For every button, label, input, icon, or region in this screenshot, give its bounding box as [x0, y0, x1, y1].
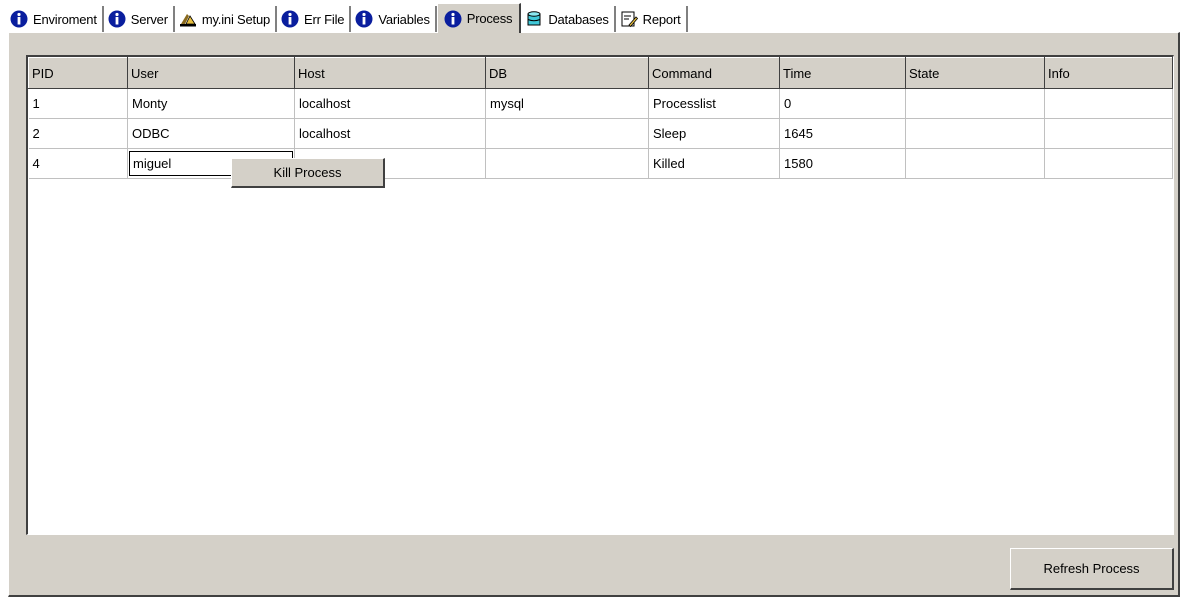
cell-info[interactable] [1044, 148, 1173, 179]
cell-time[interactable]: 1645 [779, 118, 906, 149]
table-row[interactable]: 1 Monty localhost mysql Processlist 0 [28, 88, 1173, 119]
cell-time[interactable]: 0 [779, 88, 906, 119]
tab-label: Report [642, 11, 681, 27]
tab-label: Databases [548, 11, 609, 27]
cell-command[interactable]: Sleep [648, 118, 780, 149]
tab-variables[interactable]: Variables [351, 6, 437, 32]
cell-pid[interactable]: 4 [28, 148, 128, 179]
column-header-info[interactable]: Info [1044, 57, 1173, 89]
tab-err-file[interactable]: Err File [277, 6, 352, 32]
cell-db[interactable] [485, 118, 649, 149]
report-icon [621, 11, 638, 28]
tab-strip: Enviroment Server my.ini Setup Err File … [6, 2, 1180, 33]
cell-db[interactable]: mysql [485, 88, 649, 119]
cell-command[interactable]: Processlist [648, 88, 780, 119]
cell-time[interactable]: 1580 [779, 148, 906, 179]
table-header-row: PID User Host DB Command Time State Info [28, 57, 1173, 89]
info-icon [281, 10, 299, 28]
setup-icon [179, 14, 196, 27]
column-header-time[interactable]: Time [779, 57, 906, 89]
tab-myini-setup[interactable]: my.ini Setup [174, 6, 278, 32]
cell-host[interactable]: localhost [294, 118, 486, 149]
cell-command[interactable]: Killed [648, 148, 780, 179]
cell-info[interactable] [1044, 118, 1173, 149]
cell-db[interactable] [485, 148, 649, 179]
cell-host[interactable]: localhost [294, 88, 486, 119]
tab-label: Process [466, 11, 513, 26]
cell-user[interactable]: Monty [127, 88, 295, 119]
process-list[interactable]: PID User Host DB Command Time State Info… [26, 55, 1174, 535]
info-icon [108, 10, 126, 28]
column-header-db[interactable]: DB [485, 57, 649, 89]
tab-label: Server [130, 11, 168, 27]
database-icon [527, 11, 541, 26]
cell-pid[interactable]: 2 [28, 118, 128, 149]
cell-info[interactable] [1044, 88, 1173, 119]
cell-state[interactable] [905, 118, 1045, 149]
column-header-host[interactable]: Host [294, 57, 486, 89]
tab-enviroment[interactable]: Enviroment [6, 6, 104, 32]
cell-pid[interactable]: 1 [28, 88, 128, 119]
process-panel: PID User Host DB Command Time State Info… [8, 32, 1180, 597]
table-row[interactable]: 2 ODBC localhost Sleep 1645 [28, 118, 1173, 149]
tab-label: Err File [304, 11, 345, 27]
cell-state[interactable] [905, 88, 1045, 119]
tab-label: my.ini Setup [201, 11, 271, 27]
tab-server[interactable]: Server [103, 6, 175, 32]
context-menu: Kill Process [231, 158, 385, 188]
table-row[interactable]: 4 miguel localhost Killed 1580 [28, 148, 1173, 179]
tab-report[interactable]: Report [615, 6, 688, 32]
cell-user[interactable]: ODBC [127, 118, 295, 149]
tab-label: Enviroment [33, 11, 97, 27]
column-header-user[interactable]: User [127, 57, 295, 89]
kill-process-menu-item[interactable]: Kill Process [232, 159, 383, 186]
tab-process[interactable]: Process [436, 3, 522, 33]
process-table: PID User Host DB Command Time State Info… [28, 57, 1173, 179]
tab-label: Variables [378, 11, 430, 27]
tab-databases[interactable]: Databases [521, 6, 616, 32]
cell-state[interactable] [905, 148, 1045, 179]
column-header-state[interactable]: State [905, 57, 1045, 89]
refresh-process-button[interactable]: Refresh Process [1010, 548, 1174, 590]
info-icon [444, 10, 462, 27]
column-header-pid[interactable]: PID [28, 57, 128, 89]
info-icon [10, 10, 28, 28]
column-header-command[interactable]: Command [648, 57, 780, 89]
info-icon [355, 10, 373, 28]
